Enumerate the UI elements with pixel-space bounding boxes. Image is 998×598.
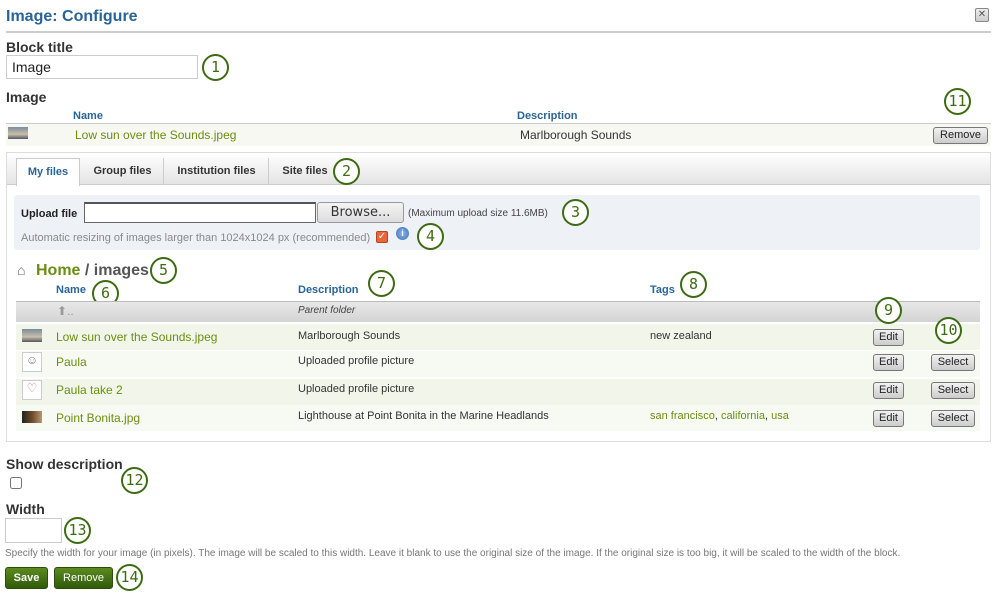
image-label: Image [6, 89, 47, 105]
width-help-text: Specify the width for your image (in pix… [5, 548, 901, 559]
width-input[interactable] [5, 518, 62, 543]
callout-7: 7 [368, 270, 395, 297]
block-title-input[interactable] [6, 55, 198, 79]
file-thumbnail [22, 329, 42, 342]
parent-folder-description: Parent folder [298, 305, 356, 316]
file-name[interactable]: Point Bonita.jpg [56, 411, 140, 425]
file-tag[interactable]: new zealand [650, 330, 712, 342]
file-thumbnail: ♡ [22, 380, 42, 400]
callout-9: 9 [875, 297, 902, 324]
breadcrumb-folder: images [93, 262, 149, 279]
show-description-checkbox[interactable] [10, 477, 22, 489]
image-description-header: Description [517, 110, 578, 122]
file-name[interactable]: Paula take 2 [56, 383, 123, 397]
column-header-description[interactable]: Description [298, 284, 359, 296]
info-icon[interactable]: i [396, 227, 409, 240]
callout-4: 4 [417, 223, 444, 250]
select-button[interactable]: Select [931, 382, 975, 399]
upload-file-label: Upload file [21, 208, 78, 220]
file-thumbnail [22, 411, 42, 423]
width-label: Width [6, 501, 45, 517]
breadcrumb: Home / images [36, 262, 149, 280]
selected-image-name[interactable]: Low sun over the Sounds.jpeg [75, 128, 236, 142]
show-description-label: Show description [6, 456, 123, 472]
callout-11: 11 [944, 88, 971, 115]
edit-button[interactable]: Edit [873, 382, 904, 399]
block-title-label: Block title [6, 39, 73, 55]
file-tags: san francisco, california, usa [650, 410, 789, 422]
file-name[interactable]: Low sun over the Sounds.jpeg [56, 330, 217, 344]
file-description: Lighthouse at Point Bonita in the Marine… [298, 410, 549, 422]
callout-1: 1 [202, 54, 229, 81]
home-icon: ⌂ [17, 262, 26, 278]
file-row [16, 379, 980, 405]
callout-5: 5 [150, 257, 177, 284]
close-icon[interactable]: ✕ [975, 8, 989, 22]
divider [6, 31, 991, 33]
callout-3: 3 [562, 199, 589, 226]
column-header-name[interactable]: Name [56, 284, 86, 296]
edit-button[interactable]: Edit [873, 354, 904, 371]
edit-button[interactable]: Edit [873, 410, 904, 427]
file-tag[interactable]: san francisco [650, 410, 715, 422]
column-header-tags[interactable]: Tags [650, 284, 675, 296]
resize-text: Automatic resizing of images larger than… [21, 232, 371, 244]
callout-10: 10 [935, 317, 962, 344]
breadcrumb-home[interactable]: Home [36, 262, 80, 279]
resize-checkbox[interactable]: ✓ [376, 231, 388, 243]
callout-8: 8 [680, 271, 707, 298]
file-thumbnail: ☺ [22, 352, 42, 372]
browse-button[interactable]: Browse... [317, 202, 404, 223]
page-title: Image: Configure [6, 8, 138, 25]
tab-group-files[interactable]: Group files [82, 158, 164, 184]
parent-folder-icon: ⬆.. [57, 304, 74, 318]
tab-my-files[interactable]: My files [16, 158, 80, 186]
select-button[interactable]: Select [931, 354, 975, 371]
remove-image-button[interactable]: Remove [933, 127, 988, 144]
selected-image-description: Marlborough Sounds [520, 128, 632, 142]
file-row [16, 351, 980, 377]
upload-file-input[interactable] [84, 202, 316, 223]
remove-button[interactable]: Remove [54, 567, 113, 589]
edit-button[interactable]: Edit [873, 329, 904, 346]
file-name[interactable]: Paula [56, 355, 87, 369]
file-tag[interactable]: usa [771, 410, 789, 422]
callout-12: 12 [121, 467, 148, 494]
callout-14: 14 [116, 564, 143, 591]
max-upload-size: (Maximum upload size 11.6MB) [408, 208, 548, 219]
save-button[interactable]: Save [5, 567, 48, 589]
select-button[interactable]: Select [931, 410, 975, 427]
callout-2: 2 [333, 158, 360, 185]
selected-image-thumbnail [8, 127, 28, 139]
parent-folder-row[interactable] [16, 301, 980, 322]
callout-13: 13 [64, 517, 91, 544]
file-description: Marlborough Sounds [298, 330, 401, 342]
image-name-header: Name [73, 110, 103, 122]
breadcrumb-separator: / [80, 262, 94, 279]
file-description: Uploaded profile picture [298, 383, 415, 395]
file-description: Uploaded profile picture [298, 355, 415, 367]
tab-institution-files[interactable]: Institution files [165, 158, 269, 184]
file-tag[interactable]: california [721, 410, 765, 422]
tab-site-files[interactable]: Site files [272, 158, 338, 184]
